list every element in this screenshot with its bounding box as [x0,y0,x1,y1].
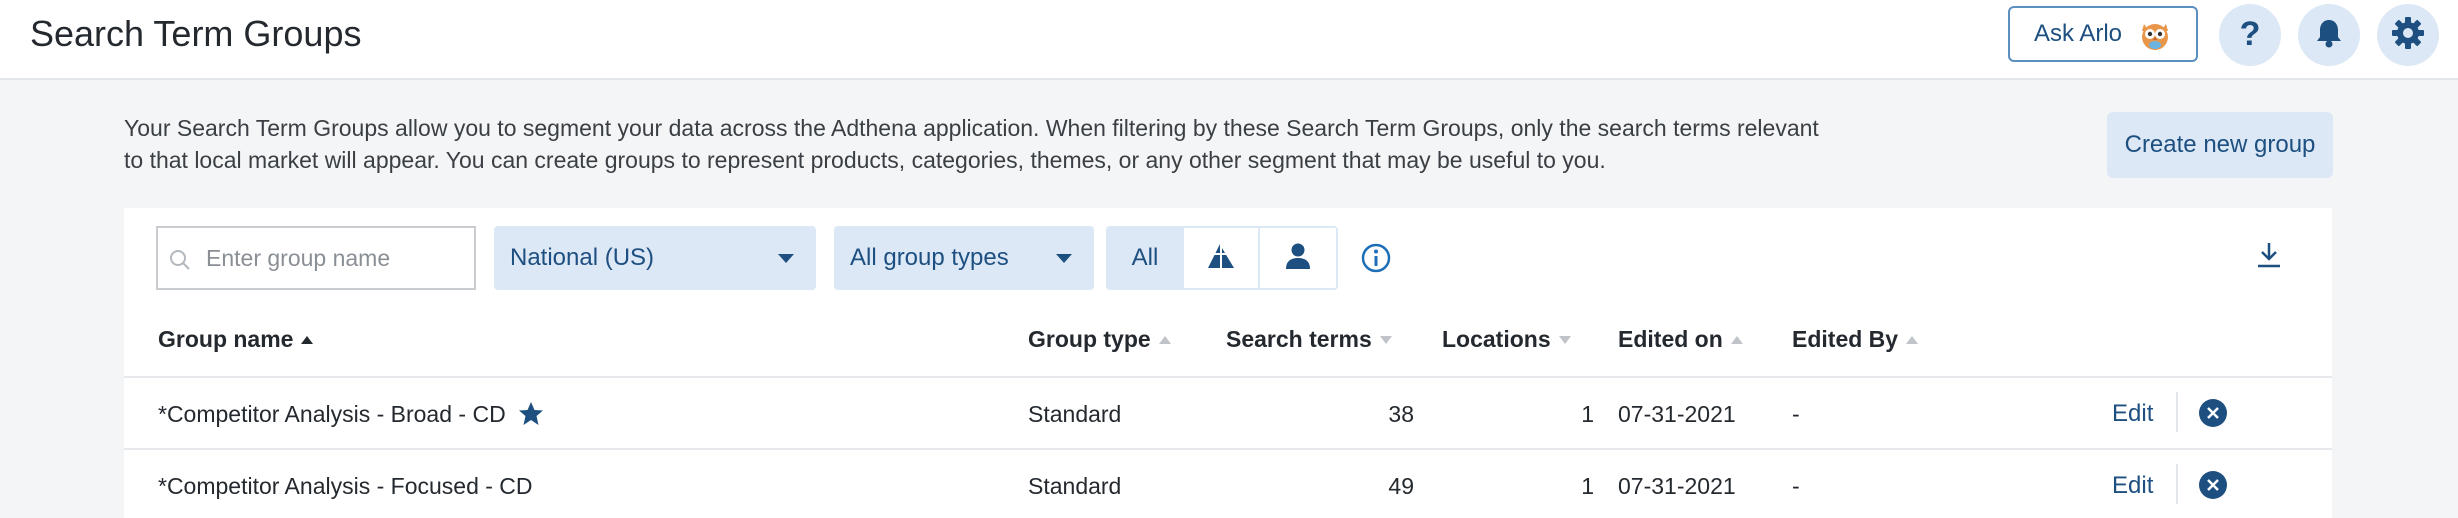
locations-cell: 1 [1581,472,1594,499]
notifications-button[interactable] [2298,4,2360,66]
search-terms-cell: 38 [1388,400,1414,427]
group-name[interactable]: *Competitor Analysis - Focused - CD [158,473,533,500]
toggle-all[interactable]: All [1108,228,1184,288]
download-icon[interactable] [2254,240,2284,275]
sort-icon [1158,335,1171,344]
table-row[interactable]: *Competitor Analysis - Focused - CD Stan… [124,448,2332,518]
toggle-user[interactable] [1260,228,1336,288]
toggle-market[interactable] [1184,228,1260,288]
market-dropdown-value: National (US) [510,244,655,271]
locations-cell: 1 [1581,400,1594,427]
column-header-label: Edited on [1618,326,1723,352]
search-icon [168,248,192,277]
column-header-label: Edited By [1792,326,1899,352]
market-dropdown[interactable]: National (US) [494,226,816,290]
settings-icon [2390,15,2426,56]
sort-icon [1558,335,1571,344]
create-new-group-button[interactable]: Create new group [2107,112,2333,178]
sort-icon [1730,335,1743,344]
edited-by-cell: - [1792,400,1800,427]
group-type-cell: Standard [1028,400,1122,427]
close-icon[interactable] [2198,398,2228,433]
edited-on-cell: 07-31-2021 [1618,472,1736,499]
group-scope-toggle: All [1106,226,1338,290]
search-terms-cell: 49 [1388,472,1414,499]
group-type-dropdown[interactable]: All group types [834,226,1094,290]
group-search-input[interactable] [206,228,466,288]
ask-arlo-button[interactable]: Ask Arlo [2008,6,2198,62]
column-header-group-type[interactable]: Group type [1028,326,1171,353]
sort-icon [1906,335,1919,344]
table-row[interactable]: *Competitor Analysis - Broad - CD Standa… [124,376,2332,448]
help-icon: ? [2235,15,2265,56]
column-header-edited-on[interactable]: Edited on [1618,326,1743,353]
column-header-edited-by[interactable]: Edited By [1792,326,1919,353]
top-bar: Search Term Groups Ask Arlo ? [0,0,2458,80]
group-type-cell: Standard [1028,472,1122,499]
intro-text: Your Search Term Groups allow you to seg… [124,115,1819,173]
ask-arlo-label: Ask Arlo [2034,20,2123,47]
column-header-label: Locations [1442,326,1551,352]
group-name[interactable]: *Competitor Analysis - Broad - CD [158,401,506,428]
sort-ascending-icon [301,335,314,344]
divider [2176,392,2178,432]
info-icon[interactable] [1360,242,1392,279]
owl-icon [2138,18,2172,59]
column-header-search-terms[interactable]: Search terms [1226,326,1392,353]
column-header-label: Group type [1028,326,1151,352]
user-icon [1285,242,1311,275]
groups-panel: National (US) All group types All [124,208,2332,518]
help-button[interactable]: ? [2219,4,2281,66]
chevron-down-icon [778,254,794,263]
market-icon [1206,242,1236,275]
column-header-label: Group name [158,326,294,352]
svg-text:?: ? [2240,15,2261,51]
edit-button[interactable]: Edit [2112,378,2153,450]
chevron-down-icon [1056,254,1072,263]
edited-on-cell: 07-31-2021 [1618,400,1736,427]
star-icon[interactable] [518,401,544,427]
column-header-group-name[interactable]: Group name [158,326,314,353]
divider [2176,464,2178,504]
group-name-cell: *Competitor Analysis - Broad - CD [158,378,544,450]
column-header-locations[interactable]: Locations [1442,326,1571,353]
edited-by-cell: - [1792,472,1800,499]
group-search-field[interactable] [156,226,476,290]
group-type-dropdown-value: All group types [850,244,1009,271]
close-icon[interactable] [2198,470,2228,505]
page-title: Search Term Groups [30,13,362,54]
bell-icon [2314,17,2344,54]
column-header-label: Search terms [1226,326,1372,352]
sort-icon [1379,335,1392,344]
settings-button[interactable] [2377,4,2439,66]
group-name-cell: *Competitor Analysis - Focused - CD [158,450,533,518]
edit-button[interactable]: Edit [2112,450,2153,518]
